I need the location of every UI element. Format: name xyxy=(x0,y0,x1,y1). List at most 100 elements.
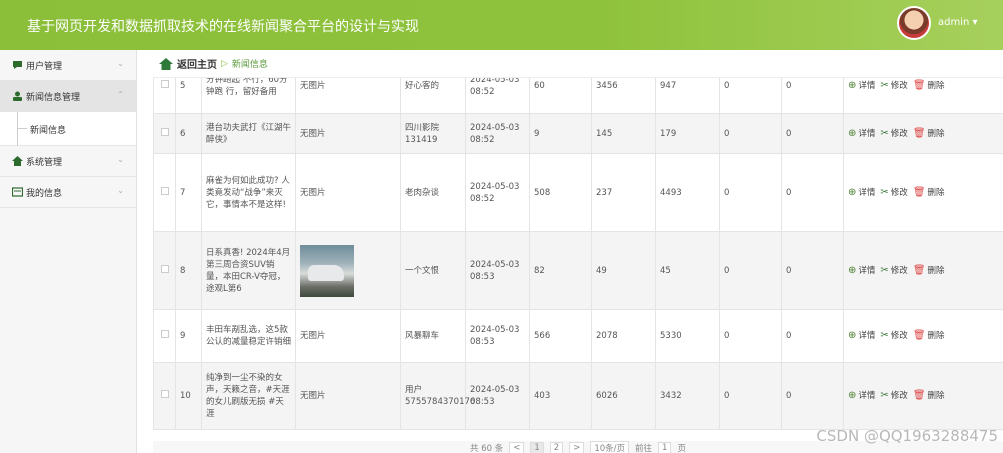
row-checkbox[interactable] xyxy=(161,186,169,195)
edit-button[interactable]: ✂ 修改 xyxy=(880,187,907,199)
row-checkbox-cell[interactable] xyxy=(153,231,176,310)
cell-count: 45 xyxy=(655,231,720,310)
row-checkbox-cell[interactable] xyxy=(153,78,176,114)
row-checkbox[interactable] xyxy=(161,390,169,398)
cell-id: 10 xyxy=(175,362,202,430)
breadcrumb-current: 新闻信息 xyxy=(231,60,268,70)
cell-count: 6026 xyxy=(591,362,656,430)
edit-button-label: 修改 xyxy=(890,81,908,91)
edit-button-label: 修改 xyxy=(890,128,908,139)
no-image-label: 无图片 xyxy=(300,331,326,341)
cell-count: 3432 xyxy=(655,362,720,430)
detail-button[interactable]: ⊕ 详情 xyxy=(848,265,875,277)
sidebar-item-user-management[interactable]: 用户管理 ⌄ xyxy=(0,50,136,81)
edit-button[interactable]: ✂ 修改 xyxy=(880,80,907,92)
cell-count: 508 xyxy=(529,153,592,232)
pager-goto-input[interactable]: 1 xyxy=(658,442,672,453)
detail-button[interactable]: ⊕ 详情 xyxy=(848,187,875,199)
sidebar-subitem-news[interactable]: 新闻信息 xyxy=(0,112,136,146)
cell-count: 0 xyxy=(781,153,844,232)
row-checkbox[interactable] xyxy=(161,80,169,88)
tree-line xyxy=(17,112,18,146)
edit-button-label: 修改 xyxy=(890,391,908,401)
table-row: 9 丰田车剐乱选，这5款公认的减量稳定许销细 无图片 风暴聊车 2024-05-03 0… xyxy=(153,309,1003,363)
detail-button[interactable]: ⊕ 详情 xyxy=(848,390,875,402)
home-icon[interactable] xyxy=(158,57,174,71)
row-checkbox[interactable] xyxy=(161,127,169,136)
edit-button[interactable]: ✂ 修改 xyxy=(880,128,907,140)
pager-size-select[interactable]: 10条/页 xyxy=(590,441,630,453)
pager-page-2[interactable]: 2 xyxy=(549,442,564,453)
news-image-thumbnail[interactable] xyxy=(300,244,354,297)
row-checkbox[interactable] xyxy=(161,330,169,338)
cell-count: 60 xyxy=(529,78,592,114)
delete-button[interactable]: 🗑 删除 xyxy=(913,128,945,140)
row-checkbox-cell[interactable] xyxy=(153,309,176,363)
cell-author: 用户5755784370176 xyxy=(400,362,475,430)
delete-button[interactable]: 🗑 删除 xyxy=(913,390,945,402)
row-checkbox-cell[interactable] xyxy=(153,362,176,430)
detail-button[interactable]: ⊕ 详情 xyxy=(848,330,875,342)
cell-count: 0 xyxy=(781,78,844,114)
pager-total: 共 60 条 xyxy=(470,444,504,453)
cell-actions: ⊕ 详情 ✂ 修改 🗑 删除 xyxy=(843,309,1003,363)
row-checkbox-cell[interactable] xyxy=(153,113,176,154)
cell-time: 2024-05-03 08:52 xyxy=(465,153,530,232)
avatar[interactable] xyxy=(897,6,931,40)
chevron-down-icon: ⌄ xyxy=(117,155,124,164)
row-checkbox-cell[interactable] xyxy=(153,153,176,232)
delete-button-label: 删除 xyxy=(927,81,945,91)
user-menu[interactable]: admin ▾ xyxy=(938,17,978,28)
app-title: 基于网页开发和数据抓取技术的在线新闻聚合平台的设计与实现 xyxy=(27,19,419,35)
cell-actions: ⊕ 详情 ✂ 修改 🗑 删除 xyxy=(843,78,1003,114)
no-image-label: 无图片 xyxy=(300,187,326,198)
edit-button[interactable]: ✂ 修改 xyxy=(880,390,907,402)
edit-button[interactable]: ✂ 修改 xyxy=(880,265,907,277)
sidebar-item-system-management[interactable]: 系统管理 ⌄ xyxy=(0,146,136,177)
pager-next-button[interactable]: > xyxy=(569,442,585,453)
no-image-label: 无图片 xyxy=(300,391,326,401)
wrench-icon: ✂ xyxy=(880,264,889,276)
sidebar-item-label: 我的信息 xyxy=(26,188,63,199)
delete-button[interactable]: 🗑 删除 xyxy=(913,187,945,199)
cell-id: 5 xyxy=(175,78,202,114)
cell-author: 好心客的 xyxy=(400,78,466,114)
delete-button[interactable]: 🗑 删除 xyxy=(913,80,945,92)
delete-button-label: 删除 xyxy=(927,391,945,401)
detail-button[interactable]: ⊕ 详情 xyxy=(848,128,875,140)
cell-time: 2024-05-03 08:52 xyxy=(465,113,530,154)
cell-count: 5330 xyxy=(655,309,720,363)
cell-count: 4493 xyxy=(655,153,720,232)
cell-count: 9 xyxy=(529,113,592,154)
delete-button[interactable]: 🗑 删除 xyxy=(913,265,945,277)
sidebar-item-news-management[interactable]: 新闻信息管理 ⌃ xyxy=(0,81,136,112)
cell-image: 无图片 xyxy=(295,362,401,430)
row-checkbox[interactable] xyxy=(161,264,169,273)
detail-button-label: 详情 xyxy=(858,391,876,401)
cell-count: 0 xyxy=(719,309,782,363)
cell-time: 2024-05-03 08:52 xyxy=(465,78,530,114)
cell-title: 港台功夫武打《江湖午醉侠》 xyxy=(201,113,296,154)
detail-button[interactable]: ⊕ 详情 xyxy=(848,80,875,92)
cell-count: 145 xyxy=(591,113,656,154)
table-row: 5 分钟跑起 不行，60分钟跑 行，留好备用 无图片 好心客的 2024-05-03 0… xyxy=(153,78,1003,114)
pager-prev-button[interactable]: < xyxy=(509,442,525,453)
cell-count: 0 xyxy=(719,362,782,430)
edit-button[interactable]: ✂ 修改 xyxy=(880,330,907,342)
cell-count: 179 xyxy=(655,113,720,154)
cell-count: 0 xyxy=(781,362,844,430)
sidebar-item-my-info[interactable]: 我的信息 ⌄ xyxy=(0,177,136,208)
sidebar-item-label: 新闻信息管理 xyxy=(26,92,81,103)
edit-button-label: 修改 xyxy=(890,265,908,276)
cell-image: 无图片 xyxy=(295,309,401,363)
chevron-down-icon: ⌄ xyxy=(117,59,124,68)
cell-count: 82 xyxy=(529,231,592,310)
edit-button-label: 修改 xyxy=(890,331,908,341)
breadcrumb-home-link[interactable]: 返回主页 xyxy=(177,56,217,71)
chevron-down-icon: ⌄ xyxy=(117,186,124,195)
delete-button[interactable]: 🗑 删除 xyxy=(913,330,945,342)
sidebar-item-label: 系统管理 xyxy=(26,157,63,168)
news-table: 5 分钟跑起 不行，60分钟跑 行，留好备用 无图片 好心客的 2024-05-03 0… xyxy=(153,78,1003,436)
sidebar-item-label: 用户管理 xyxy=(26,61,63,72)
pager-page-1[interactable]: 1 xyxy=(530,442,544,453)
